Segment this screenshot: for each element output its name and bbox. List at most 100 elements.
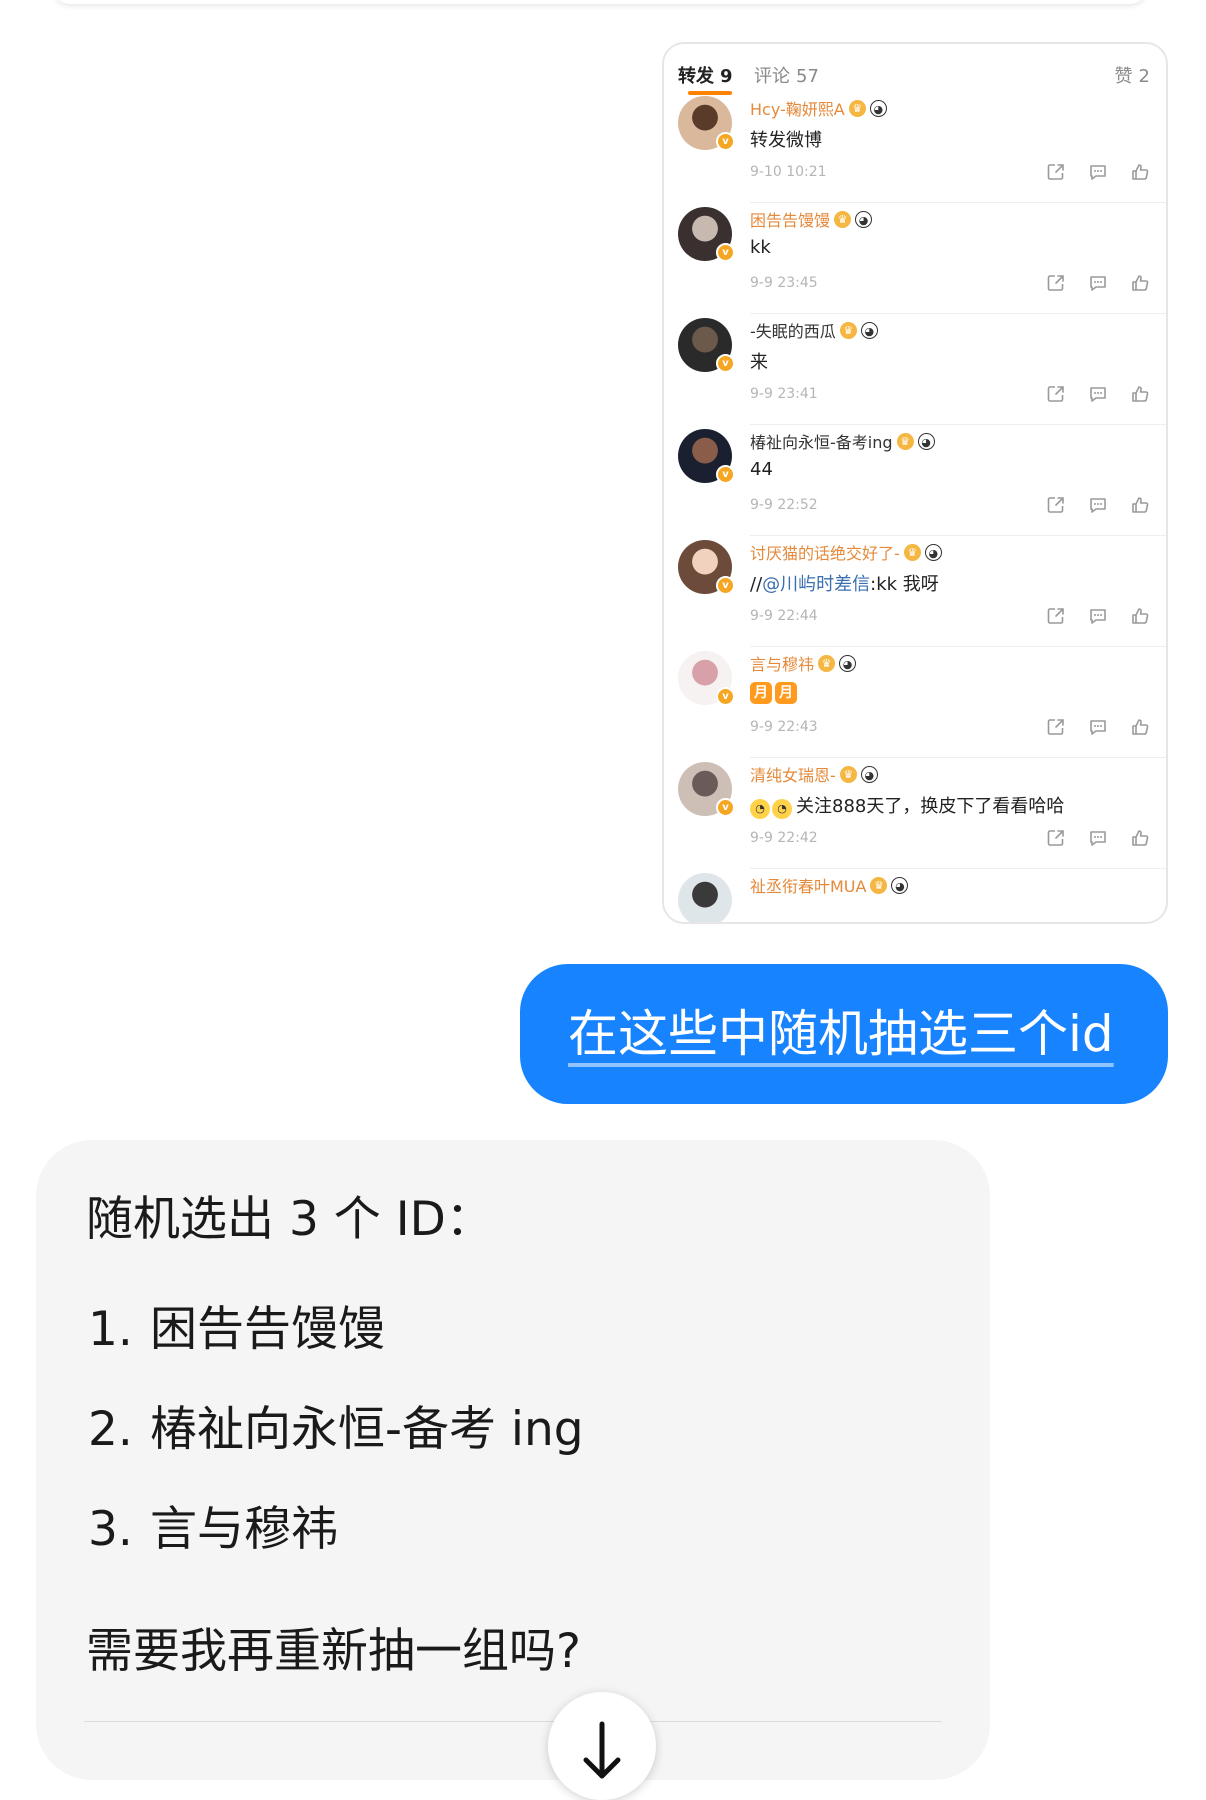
comment-author-name: 祉丞衔春叶MUA (750, 877, 867, 896)
comment-time: 9-9 22:42 (750, 830, 818, 846)
comment-icon[interactable] (1088, 273, 1108, 293)
tab-comments[interactable]: 评论 57 (754, 62, 819, 88)
result-number: 1. (88, 1302, 133, 1357)
panda-emoji-icon: ◕ (924, 543, 942, 561)
badge-icon: ♛ (870, 876, 888, 894)
message-divider (84, 1721, 942, 1722)
comment-actions (1046, 828, 1150, 848)
verified-badge-icon: v (716, 243, 735, 262)
panda-emoji-icon: ◕ (860, 765, 878, 783)
assistant-message-bubble: 随机选出 3 个 ID： 1. 困告告馒馒 2. 椿祉向永恒-备考 ing 3. 言与… (36, 1140, 990, 1780)
tab-repost-label: 转发 (678, 66, 714, 87)
comment-divider (750, 535, 1166, 536)
panda-emoji-icon: ◕ (869, 99, 887, 117)
comment-item: v 椿祉向永恒-备考ing ♛ ◕ 44 9-9 22:52 (664, 427, 1166, 539)
comment-time: 9-9 23:45 (750, 275, 818, 291)
share-icon[interactable] (1046, 273, 1066, 293)
comment-time: 9-10 10:21 (750, 164, 827, 180)
comment-icon[interactable] (1088, 495, 1108, 515)
tab-comments-count: 57 (796, 66, 819, 87)
user-message-text[interactable]: 在这些中随机抽选三个id (568, 994, 1114, 1066)
comment-text-body: 关注888天了，换皮下了看看哈哈 (796, 796, 1065, 817)
comment-author[interactable]: 祉丞衔春叶MUA ♛ ◕ (750, 873, 909, 897)
badge-icon: ♛ (818, 654, 836, 672)
comment-icon[interactable] (1088, 828, 1108, 848)
comment-text-suffix: :kk 我呀 (870, 574, 939, 595)
share-icon[interactable] (1046, 162, 1066, 182)
share-icon[interactable] (1046, 384, 1066, 404)
share-icon[interactable] (1046, 495, 1066, 515)
result-id: 椿祉向永恒-备考 ing (150, 1402, 584, 1457)
moon-sticker: 月 (775, 682, 797, 704)
comment-divider (750, 424, 1166, 425)
thumbs-up-icon[interactable] (1130, 273, 1150, 293)
comment-icon[interactable] (1088, 606, 1108, 626)
avatar[interactable] (678, 873, 732, 922)
comment-actions (1046, 162, 1150, 182)
comment-icon[interactable] (1088, 384, 1108, 404)
scroll-to-bottom-button[interactable] (548, 1692, 656, 1800)
panda-emoji-icon: ◕ (855, 210, 873, 228)
comment-author[interactable]: 椿祉向永恒-备考ing ♛ ◕ (750, 429, 935, 453)
comment-divider (750, 646, 1166, 647)
panda-emoji-icon: ◕ (917, 432, 935, 450)
comment-text: 转发微博 (750, 130, 822, 151)
badge-icon: ♛ (848, 99, 866, 117)
thumbs-up-icon[interactable] (1130, 384, 1150, 404)
comment-icon[interactable] (1088, 162, 1108, 182)
comment-time: 9-9 22:44 (750, 608, 818, 624)
verified-badge-icon: v (716, 798, 735, 817)
comment-time: 9-9 22:52 (750, 497, 818, 513)
comment-actions (1046, 606, 1150, 626)
comment-author-name: 椿祉向永恒-备考ing (750, 433, 893, 452)
thumbs-up-icon[interactable] (1130, 717, 1150, 737)
comment-divider (750, 757, 1166, 758)
tab-repost-count: 9 (720, 66, 733, 87)
thumbs-up-icon[interactable] (1130, 162, 1150, 182)
result-item: 1. 困告告馒馒 (88, 1290, 385, 1359)
panda-emoji-icon: ◕ (860, 321, 878, 339)
verified-badge-icon: v (716, 465, 735, 484)
verified-badge-icon: v (716, 687, 735, 706)
comment-time: 9-9 22:43 (750, 719, 818, 735)
crying-emoji-icon: ◔ (750, 799, 770, 819)
assistant-followup: 需要我再重新抽一组吗? (86, 1624, 581, 1679)
mention-link[interactable]: @川屿时差信 (762, 574, 870, 595)
comment-author[interactable]: Hcy-鞠妍熙A ♛ ◕ (750, 96, 887, 120)
badge-icon: ♛ (839, 321, 857, 339)
share-icon[interactable] (1046, 606, 1066, 626)
comment-author-name: 讨厌猫的话绝交好了- (750, 544, 900, 563)
badge-icon: ♛ (896, 432, 914, 450)
comment-item: v 言与穆祎 ♛ ◕ 月月 9-9 22:43 (664, 649, 1166, 761)
share-icon[interactable] (1046, 828, 1066, 848)
tab-bar: 转发 9 评论 57 赞2 (664, 44, 1166, 100)
comment-author[interactable]: -失眠的西瓜 ♛ ◕ (750, 318, 878, 342)
result-id: 言与穆祎 (150, 1502, 338, 1557)
result-number: 3. (88, 1502, 133, 1557)
result-id: 困告告馒馒 (150, 1302, 385, 1357)
arrow-down-icon (583, 1721, 621, 1779)
share-icon[interactable] (1046, 717, 1066, 737)
user-message-bubble: 在这些中随机抽选三个id (520, 964, 1168, 1104)
comment-author[interactable]: 言与穆祎 ♛ ◕ (750, 651, 857, 675)
panda-emoji-icon: ◕ (839, 654, 857, 672)
thumbs-up-icon[interactable] (1130, 495, 1150, 515)
badge-icon: ♛ (839, 765, 857, 783)
comment-author[interactable]: 讨厌猫的话绝交好了- ♛ ◕ (750, 540, 942, 564)
tab-repost[interactable]: 转发 9 (678, 62, 733, 88)
comment-text: 月月 (750, 681, 800, 704)
comment-icon[interactable] (1088, 717, 1108, 737)
comment-divider (750, 202, 1166, 203)
comment-item: v Hcy-鞠妍熙A ♛ ◕ 转发微博 9-10 10:21 (664, 94, 1166, 206)
thumbs-up-icon[interactable] (1130, 606, 1150, 626)
comment-author[interactable]: 困告告馒馒 ♛ ◕ (750, 207, 873, 231)
comment-author-name: Hcy-鞠妍熙A (750, 100, 845, 119)
comment-author[interactable]: 清纯女瑞恩- ♛ ◕ (750, 762, 878, 786)
comment-author-name: 清纯女瑞恩- (750, 766, 836, 785)
comment-actions (1046, 495, 1150, 515)
panda-emoji-icon: ◕ (891, 876, 909, 894)
tab-likes[interactable]: 赞2 (1115, 62, 1150, 88)
tab-comments-label: 评论 (754, 66, 790, 87)
comment-text: kk (750, 237, 771, 258)
thumbs-up-icon[interactable] (1130, 828, 1150, 848)
